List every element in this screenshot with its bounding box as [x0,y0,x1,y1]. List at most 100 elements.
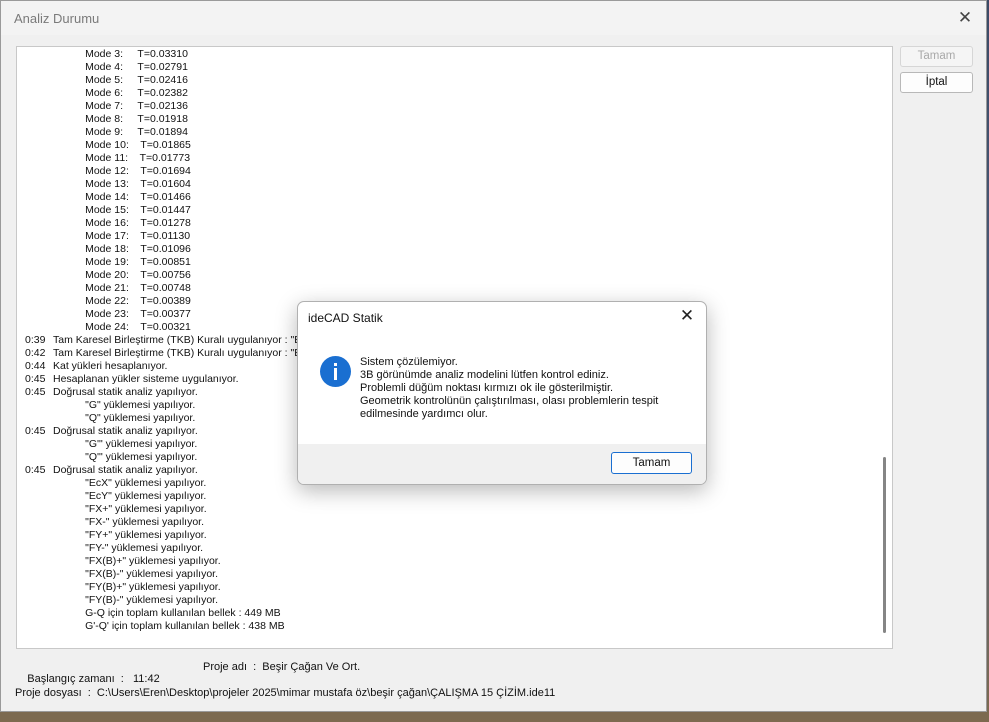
log-line: "EcY" yüklemesi yapılıyor. [25,490,875,503]
log-text: "FY-" yüklemesi yapılıyor. [53,542,204,554]
log-text: G-Q için toplam kullanılan bellek : 449 … [53,607,281,619]
log-line: Mode 13: T=0.01604 [25,178,875,191]
log-line: Mode 12: T=0.01694 [25,165,875,178]
log-line: Mode 4: T=0.02791 [25,61,875,74]
log-text: "FX(B)-" yüklemesi yapılıyor. [53,568,218,580]
dialog-ok-button[interactable]: Tamam [611,452,692,474]
log-time: 0:45 [25,464,46,476]
log-time: 0:42 [25,347,46,359]
log-text: Mode 6: T=0.02382 [53,87,188,99]
log-text: "FX(B)+" yüklemesi yapılıyor. [53,555,221,567]
log-text: Doğrusal statik analiz yapılıyor. [53,386,198,398]
log-line: Mode 3: T=0.03310 [25,48,875,61]
dialog-close-icon[interactable]: ✕ [678,307,696,325]
info-icon [320,356,351,387]
log-text: Kat yükleri hesaplanıyor. [53,360,168,372]
log-text: Mode 8: T=0.01918 [53,113,188,125]
log-text: "FX-" yüklemesi yapılıyor. [53,516,204,528]
log-time: 0:45 [25,386,46,398]
log-line: Mode 16: T=0.01278 [25,217,875,230]
log-text: Tam Karesel Birleştirme (TKB) Kuralı uyg… [53,334,302,346]
log-time: 0:39 [25,334,46,346]
log-text: Mode 4: T=0.02791 [53,61,188,73]
log-text: "FX+" yüklemesi yapılıyor. [53,503,207,515]
cancel-button[interactable]: İptal [900,72,973,93]
project-name-label: Proje adı : Beşir Çağan Ve Ort. [203,661,361,673]
log-text: Doğrusal statik analiz yapılıyor. [53,425,198,437]
log-line: "FX(B)-" yüklemesi yapılıyor. [25,568,875,581]
log-line: Mode 10: T=0.01865 [25,139,875,152]
dialog-title: ideCAD Statik [308,311,383,325]
log-text: Mode 16: T=0.01278 [53,217,191,229]
log-text: Mode 12: T=0.01694 [53,165,191,177]
log-line: "FY+" yüklemesi yapılıyor. [25,529,875,542]
log-text: Mode 18: T=0.01096 [53,243,191,255]
footer-info: Başlangıç zamanı : 11:42 Proje adı : Beş… [15,661,360,709]
project-file-label: Proje dosyası : C:\Users\Eren\Desktop\pr… [15,687,556,699]
log-line: Mode 5: T=0.02416 [25,74,875,87]
log-text: Doğrusal statik analiz yapılıyor. [53,464,198,476]
log-line: Mode 19: T=0.00851 [25,256,875,269]
log-line: Mode 14: T=0.01466 [25,191,875,204]
log-line: Mode 11: T=0.01773 [25,152,875,165]
log-text: Mode 14: T=0.01466 [53,191,191,203]
log-line: G'-Q' için toplam kullanılan bellek : 43… [25,620,875,633]
window-title: Analiz Durumu [14,11,100,26]
log-text: Mode 9: T=0.01894 [53,126,188,138]
log-text: "EcX" yüklemesi yapılıyor. [53,477,207,489]
log-text: Hesaplanan yükler sisteme uygulanıyor. [53,373,239,385]
log-text: Mode 21: T=0.00748 [53,282,191,294]
log-text: Mode 19: T=0.00851 [53,256,191,268]
log-line: Mode 18: T=0.01096 [25,243,875,256]
log-text: Mode 11: T=0.01773 [53,152,191,164]
log-line: Mode 17: T=0.01130 [25,230,875,243]
title-bar: Analiz Durumu ✕ [1,1,986,35]
dialog-message-line: Geometrik kontrolünün çalıştırılması, ol… [360,395,659,407]
log-text: Mode 5: T=0.02416 [53,74,188,86]
dialog-message-line: Sistem çözülemiyor. [360,356,458,368]
log-line: Mode 15: T=0.01447 [25,204,875,217]
log-text: Mode 7: T=0.02136 [53,100,188,112]
start-time-label: Başlangıç zamanı : 11:42 [27,673,160,685]
log-scrollbar[interactable] [878,47,892,648]
close-icon[interactable]: ✕ [956,9,974,27]
log-text: Mode 23: T=0.00377 [53,308,191,320]
log-time: 0:45 [25,373,46,385]
log-line: G-Q için toplam kullanılan bellek : 449 … [25,607,875,620]
log-line: Mode 21: T=0.00748 [25,282,875,295]
log-line: Mode 7: T=0.02136 [25,100,875,113]
log-text: Tam Karesel Birleştirme (TKB) Kuralı uyg… [53,347,302,359]
scroll-thumb[interactable] [883,457,886,633]
log-line: Mode 6: T=0.02382 [25,87,875,100]
log-text: Mode 17: T=0.01130 [53,230,191,242]
log-line: Mode 20: T=0.00756 [25,269,875,282]
log-text: "FY+" yüklemesi yapılıyor. [53,529,207,541]
log-line: "FY-" yüklemesi yapılıyor. [25,542,875,555]
ok-button[interactable]: Tamam [900,46,973,67]
log-line: "FY(B)-" yüklemesi yapılıyor. [25,594,875,607]
log-text: Mode 13: T=0.01604 [53,178,191,190]
log-time: 0:45 [25,425,46,437]
log-text: "FY(B)+" yüklemesi yapılıyor. [53,581,221,593]
dialog-body: Sistem çözülemiyor. 3B görünümde analiz m… [298,332,706,444]
log-text: Mode 24: T=0.00321 [53,321,191,333]
log-text: G'-Q' için toplam kullanılan bellek : 43… [53,620,285,632]
error-dialog: ideCAD Statik ✕ Sistem çözülemiyor. 3B gö… [297,301,707,485]
log-line: "FX+" yüklemesi yapılıyor. [25,503,875,516]
log-text: Mode 22: T=0.00389 [53,295,191,307]
dialog-footer: Tamam [298,444,706,484]
log-line: "FX(B)+" yüklemesi yapılıyor. [25,555,875,568]
log-text: "G'" yüklemesi yapılıyor. [53,438,198,450]
log-text: Mode 15: T=0.01447 [53,204,191,216]
dialog-message-line: Problemli düğüm noktası kırmızı ok ile g… [360,382,614,394]
dialog-message-line: edilmesinde yardımcı olur. [360,408,488,420]
log-line: "FY(B)+" yüklemesi yapılıyor. [25,581,875,594]
log-text: "Q'" yüklemesi yapılıyor. [53,451,198,463]
log-text: Mode 20: T=0.00756 [53,269,191,281]
log-text: Mode 3: T=0.03310 [53,48,188,60]
log-text: "G" yüklemesi yapılıyor. [53,399,196,411]
log-line: Mode 9: T=0.01894 [25,126,875,139]
log-line: "FX-" yüklemesi yapılıyor. [25,516,875,529]
log-text: "EcY" yüklemesi yapılıyor. [53,490,207,502]
log-text: "Q" yüklemesi yapılıyor. [53,412,196,424]
